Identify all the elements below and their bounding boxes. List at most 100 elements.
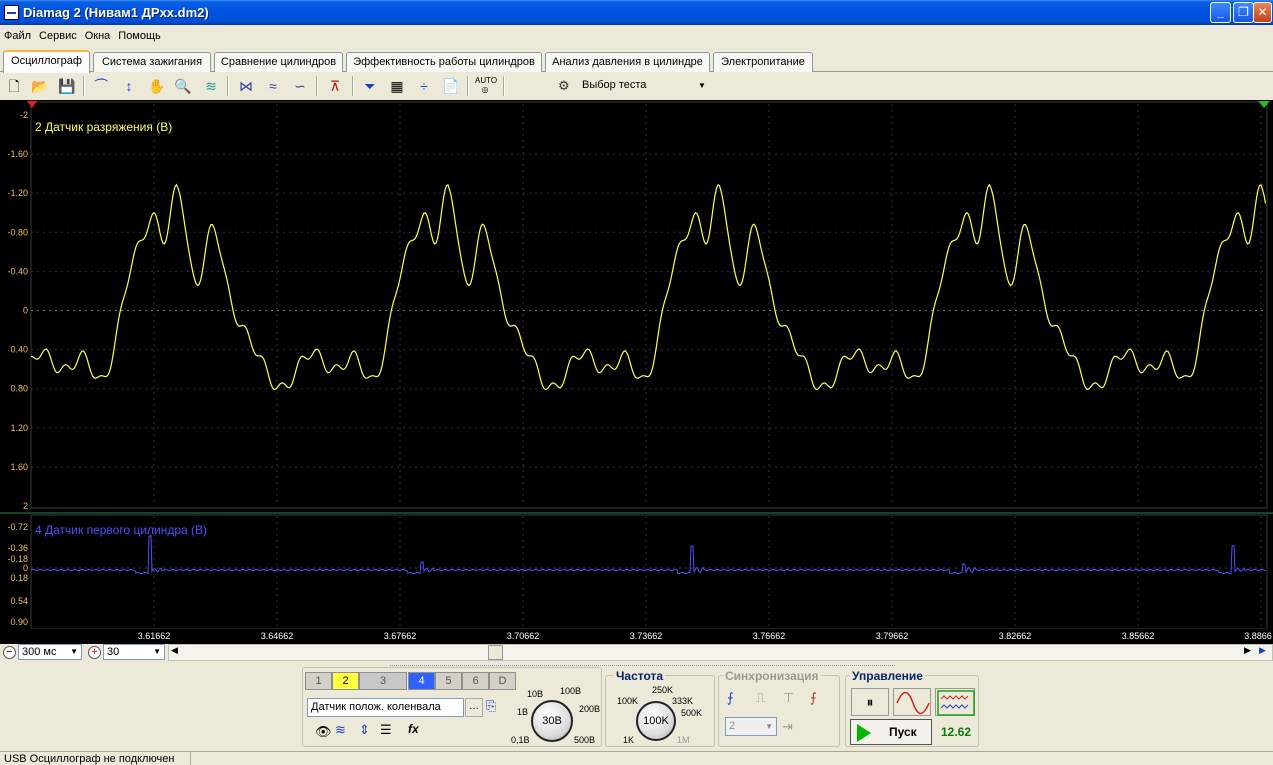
open-folder-icon[interactable]: 📂: [30, 76, 50, 96]
sine-wave-icon: [896, 691, 930, 715]
time-tick-label: 3.64662: [260, 631, 294, 641]
close-button[interactable]: ✕: [1253, 2, 1272, 23]
scroll-left-icon[interactable]: ◀: [171, 645, 178, 656]
chevron-down-icon: ▼: [698, 81, 706, 90]
chevron-down-icon: ▼: [153, 647, 161, 656]
math-fx-icon[interactable]: fx: [408, 722, 419, 736]
grid-table-icon[interactable]: ▦: [387, 76, 407, 96]
channel-2-button[interactable]: 2: [332, 672, 359, 690]
time-axis: 3.61662 3.64662 3.67662 3.70662 3.73662 3.766…: [0, 629, 1273, 644]
tab-cylinder-efficiency[interactable]: Эффективность работы цилиндров: [346, 52, 542, 72]
split-icon[interactable]: ÷: [414, 76, 434, 96]
y-ticks-top: -2 -1.60 -1.20 -0.80 -0.40 0 0.40 0.80 1.20 1.60 2: [7, 110, 28, 511]
freq-label-1k: 1K: [623, 735, 635, 745]
fx-label: fx: [408, 722, 419, 736]
line-style-icon[interactable]: ☰: [380, 722, 392, 738]
scroll-right-icon[interactable]: ▶: [1244, 645, 1251, 656]
status-bar: USB Осциллограф не подключен: [0, 751, 1273, 765]
save-icon[interactable]: 💾: [57, 76, 77, 96]
menu-windows[interactable]: Окна: [81, 27, 115, 42]
note-icon[interactable]: 📄: [441, 76, 461, 96]
chevron-down-icon: ▼: [765, 722, 773, 731]
voltage-knob[interactable]: 30В: [531, 700, 573, 742]
scrollbar-thumb[interactable]: [488, 645, 503, 660]
sync-channel-select[interactable]: 2 ▼: [725, 717, 777, 736]
sync-level-icon[interactable]: ⊤: [783, 690, 794, 706]
y-tick-label: 1.20: [10, 423, 28, 433]
time-tick-label: 3.82662: [998, 631, 1032, 641]
frequency-knob[interactable]: 100K: [636, 701, 676, 741]
sync-auto-icon[interactable]: ⨍: [810, 690, 817, 706]
eye-icon[interactable]: 👁: [315, 724, 332, 740]
y-tick-label: 1.60: [10, 462, 28, 472]
zoom-bar: − 300 мс ▼ + 30 ▼ ◀ ▶ ▶: [0, 644, 1273, 661]
channel-5-button[interactable]: 5: [435, 672, 462, 690]
channel-4-button[interactable]: 4: [408, 672, 435, 690]
scope-canvas: -2 -1.60 -1.20 -0.80 -0.40 0 0.40 0.80 1.20 1.60 2…: [0, 101, 1273, 630]
zoom-icon[interactable]: 🔍: [173, 76, 193, 96]
horizontal-scrollbar[interactable]: ◀ ▶ ▶: [168, 644, 1273, 661]
menu-service[interactable]: Сервис: [35, 27, 81, 42]
waveform-style-icon[interactable]: ≋: [335, 722, 346, 738]
y-tick-label: 0.54: [10, 596, 28, 606]
single-shot-button[interactable]: [893, 688, 931, 716]
tab-pressure-analysis[interactable]: Анализ давления в цилиндре: [545, 52, 710, 72]
control-title: Управление: [850, 669, 925, 683]
y-tick-label: -0.40: [7, 266, 28, 276]
tab-oscilloscope[interactable]: Осциллограф: [3, 50, 90, 73]
wave-compare-icon[interactable]: ≈: [263, 76, 283, 96]
sensor-settings-icon[interactable]: ⎘: [486, 698, 496, 714]
vertical-shift-icon[interactable]: ⇕: [359, 722, 370, 738]
zoom-in-icon[interactable]: +: [88, 646, 101, 659]
channel-3-button[interactable]: 3: [359, 672, 407, 690]
channel-1-button[interactable]: 1: [305, 672, 332, 690]
pause-button[interactable]: ⏸: [851, 688, 889, 716]
menu-file[interactable]: Файл: [0, 27, 35, 42]
sync-rising-edge-icon[interactable]: ⨍: [727, 690, 734, 706]
channel-digital-button[interactable]: D: [489, 672, 516, 690]
volt-label-01: 0,1В: [511, 735, 530, 745]
cursor-measure-icon[interactable]: ⏜: [91, 76, 111, 96]
menu-help[interactable]: Помощь: [114, 27, 165, 42]
panel-splitter[interactable]: [390, 661, 895, 666]
channel-bottom-label: 4 Датчик первого цилиндра (В): [35, 523, 207, 537]
tab-ignition[interactable]: Система зажигания: [93, 52, 211, 72]
new-file-icon[interactable]: 🗋: [4, 76, 24, 96]
start-button[interactable]: Пуск: [850, 719, 932, 745]
time-scale-select[interactable]: 300 мс ▼: [18, 644, 82, 660]
sensor-select[interactable]: Датчик полож. коленвала: [307, 698, 464, 717]
wave-invert-icon[interactable]: ∽: [290, 76, 310, 96]
time-tick-label: 3.61662: [137, 631, 171, 641]
scroll-end-icon[interactable]: ▶: [1259, 645, 1266, 656]
zoom-out-icon[interactable]: −: [3, 646, 16, 659]
filter-icon[interactable]: ⏷: [360, 76, 380, 96]
left-marker[interactable]: [27, 101, 37, 108]
maximize-button[interactable]: ❐: [1233, 2, 1254, 23]
zoom-value-select[interactable]: 30 ▼: [103, 644, 165, 660]
amplitude-measure-icon[interactable]: ↕: [119, 76, 139, 96]
sync-falling-edge-icon[interactable]: ⎍: [756, 690, 765, 706]
channel-6-button[interactable]: 6: [462, 672, 489, 690]
auto-detect-icon[interactable]: AUTO ◎: [475, 76, 497, 96]
time-tick-label: 3.73662: [629, 631, 663, 641]
y-tick-label: -0.72: [7, 522, 28, 532]
overlay-icon[interactable]: ⋈: [236, 76, 256, 96]
test-select-dropdown[interactable]: ⚙ Выбор теста ▼: [553, 75, 711, 96]
time-tick-label: 3.76662: [752, 631, 786, 641]
minimize-button[interactable]: _: [1210, 2, 1231, 23]
sync-arrows-icon[interactable]: ⇥: [782, 719, 793, 735]
y-tick-label: 0.18: [10, 573, 28, 583]
hand-pan-icon[interactable]: ✋: [147, 76, 167, 96]
auto-scale-icon[interactable]: ⊼: [325, 76, 345, 96]
frequency-title: Частота: [614, 669, 666, 683]
y-tick-label: -1.60: [7, 149, 28, 159]
test-select-label: Выбор теста: [582, 79, 647, 91]
right-marker[interactable]: [1258, 101, 1270, 108]
y-ticks-bottom: -0.72-0.36-0.1800.180.540.90: [7, 522, 28, 627]
oscilloscope-display[interactable]: -2 -1.60 -1.20 -0.80 -0.40 0 0.40 0.80 1.20 1.60 2…: [0, 100, 1273, 630]
sensor-browse-button[interactable]: …: [465, 698, 483, 717]
tab-power[interactable]: Электропитание: [713, 52, 813, 72]
tab-cylinder-compare[interactable]: Сравнение цилиндров: [214, 52, 343, 72]
continuous-mode-button[interactable]: [935, 688, 975, 716]
channel-layers-icon[interactable]: ≋: [201, 76, 221, 96]
